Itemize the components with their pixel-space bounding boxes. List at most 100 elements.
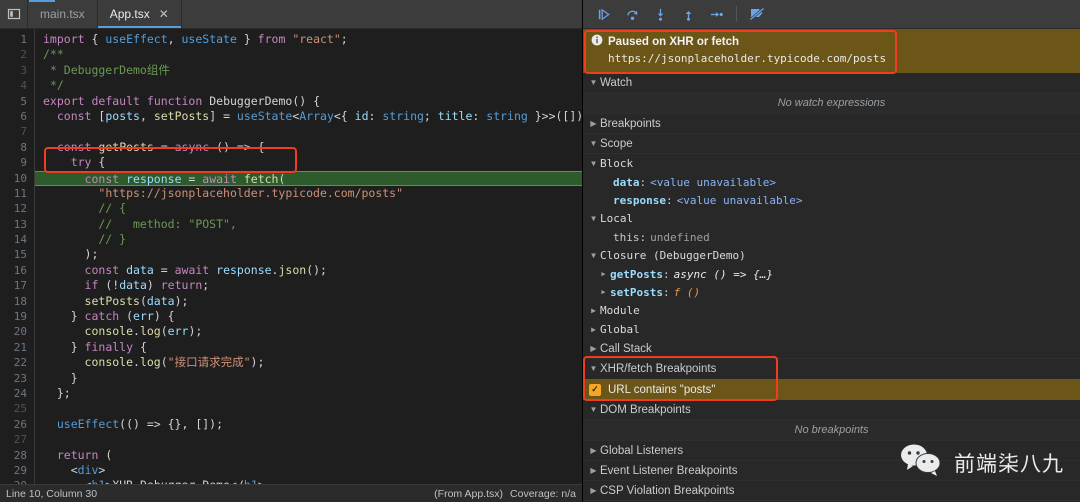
scope-group-local[interactable]: ▼ Local [583,209,1080,228]
section-dom-breakpoints[interactable]: ▼ DOM Breakpoints [583,400,1080,420]
code-line-26[interactable]: useEffect(() => {}, []); [43,417,582,432]
scope-row[interactable]: ▶ setPosts : f () [583,283,1080,301]
line-number[interactable]: 30 [0,478,34,484]
scope-row[interactable]: ▶ getPosts : async () => {…} [583,265,1080,283]
code-line-21[interactable]: } finally { [43,340,582,355]
line-number[interactable]: 11 [0,186,34,201]
line-number[interactable]: 23 [0,371,34,386]
code-line-15[interactable]: ); [43,247,582,262]
section-call-stack[interactable]: ▶ Call Stack [583,339,1080,359]
line-number[interactable]: 12 [0,201,34,216]
code-line-5[interactable]: export default function DebuggerDemo() { [43,94,582,109]
code-content[interactable]: import { useEffect, useState } from "rea… [35,29,582,484]
scope-key: getPosts [610,268,663,281]
code-line-28[interactable]: return ( [43,448,582,463]
line-number[interactable]: 13 [0,217,34,232]
step-into-arrow-down-icon[interactable] [647,3,673,25]
code-line-25[interactable] [43,401,582,416]
editor-tab-app[interactable]: App.tsx ✕ [98,0,182,28]
code-line-7[interactable] [43,124,582,139]
code-viewer[interactable]: 1234567891011121314151617181920212223242… [0,29,582,484]
checkbox-checked-icon[interactable]: ✓ [589,384,601,396]
step-over-arc-icon[interactable] [619,3,645,25]
code-line-19[interactable]: } catch (err) { [43,309,582,324]
section-label: Call Stack [600,343,652,355]
code-line-23[interactable]: } [43,371,582,386]
line-number[interactable]: 29 [0,463,34,478]
line-number[interactable]: 20 [0,324,34,339]
chevron-down-icon: ▼ [587,79,600,87]
line-number[interactable]: 2 [0,47,34,62]
code-line-24[interactable]: }; [43,386,582,401]
line-number[interactable]: 9 [0,155,34,170]
scope-group-closure[interactable]: ▼ Closure (DebuggerDemo) [583,246,1080,265]
line-number[interactable]: 18 [0,294,34,309]
editor-tab-main[interactable]: main.tsx [28,0,98,28]
code-line-8[interactable]: const getPosts = async () => { [43,140,582,155]
code-line-27[interactable] [43,432,582,447]
code-line-18[interactable]: setPosts(data); [43,294,582,309]
line-number[interactable]: 3 [0,63,34,78]
code-line-6[interactable]: const [posts, setPosts] = useState<Array… [43,109,582,124]
close-icon[interactable]: ✕ [159,8,169,20]
line-number[interactable]: 15 [0,247,34,262]
code-line-12[interactable]: // { [43,201,582,216]
line-number[interactable]: 7 [0,124,34,139]
section-scope[interactable]: ▼ Scope [583,134,1080,154]
code-line-9[interactable]: try { [43,155,582,170]
line-number[interactable]: 26 [0,417,34,432]
code-line-16[interactable]: const data = await response.json(); [43,263,582,278]
section-label: Watch [600,77,632,89]
section-breakpoints[interactable]: ▶ Breakpoints [583,114,1080,134]
resume-play-icon[interactable] [591,3,617,25]
line-number[interactable]: 24 [0,386,34,401]
scope-row[interactable]: this : undefined [583,228,1080,246]
line-number[interactable]: 17 [0,278,34,293]
code-line-20[interactable]: console.log(err); [43,324,582,339]
code-line-10[interactable]: const response = await fetch( [35,171,582,186]
line-number[interactable]: 6 [0,109,34,124]
section-label: Event Listener Breakpoints [600,465,737,477]
section-watch[interactable]: ▼ Watch [583,73,1080,93]
line-number[interactable]: 10 [0,171,34,186]
step-out-arrow-up-icon[interactable] [675,3,701,25]
deactivate-breakpoints-icon[interactable] [744,3,770,25]
code-line-14[interactable]: // } [43,232,582,247]
line-number[interactable]: 14 [0,232,34,247]
scope-row[interactable]: response : <value unavailable> [583,191,1080,209]
scope-group-label: Closure (DebuggerDemo) [600,249,746,262]
scope-row[interactable]: data : <value unavailable> [583,173,1080,191]
line-number[interactable]: 19 [0,309,34,324]
code-line-17[interactable]: if (!data) return; [43,278,582,293]
section-csp-violation-breakpoints[interactable]: ▶ CSP Violation Breakpoints [583,481,1080,501]
watermark: 前端柒八九 [899,443,1064,482]
line-number[interactable]: 27 [0,432,34,447]
sources-editor-pane: main.tsx App.tsx ✕ 123456789101112131415… [0,0,583,502]
chevron-down-icon: ▼ [587,365,600,373]
line-number[interactable]: 5 [0,94,34,109]
scope-group-global[interactable]: ▶ Global [583,320,1080,339]
scope-group-module[interactable]: ▶ Module [583,301,1080,320]
line-number[interactable]: 16 [0,263,34,278]
code-line-13[interactable]: // method: "POST", [43,217,582,232]
line-number[interactable]: 8 [0,140,34,155]
line-number[interactable]: 28 [0,448,34,463]
code-line-3[interactable]: * DebuggerDemo组件 [43,63,582,78]
line-number[interactable]: 1 [0,32,34,47]
code-line-30[interactable]: <h1>XHR Debugger Demo</h1> [43,478,582,484]
line-number[interactable]: 22 [0,355,34,370]
code-line-4[interactable]: */ [43,78,582,93]
panel-collapse-icon[interactable] [0,0,28,28]
line-number[interactable]: 4 [0,78,34,93]
code-line-2[interactable]: /** [43,47,582,62]
line-number[interactable]: 21 [0,340,34,355]
line-number[interactable]: 25 [0,401,34,416]
scope-group-block[interactable]: ▼ Block [583,154,1080,173]
xhr-breakpoint-row[interactable]: ✓ URL contains "posts" [583,379,1080,400]
section-xhr-fetch-breakpoints[interactable]: ▼ XHR/fetch Breakpoints [583,359,1080,379]
step-arrow-right-dot-icon[interactable] [703,3,729,25]
code-line-11[interactable]: "https://jsonplaceholder.typicode.com/po… [43,186,582,201]
code-line-1[interactable]: import { useEffect, useState } from "rea… [43,32,582,47]
code-line-29[interactable]: <div> [43,463,582,478]
code-line-22[interactable]: console.log("接口请求完成"); [43,355,582,370]
